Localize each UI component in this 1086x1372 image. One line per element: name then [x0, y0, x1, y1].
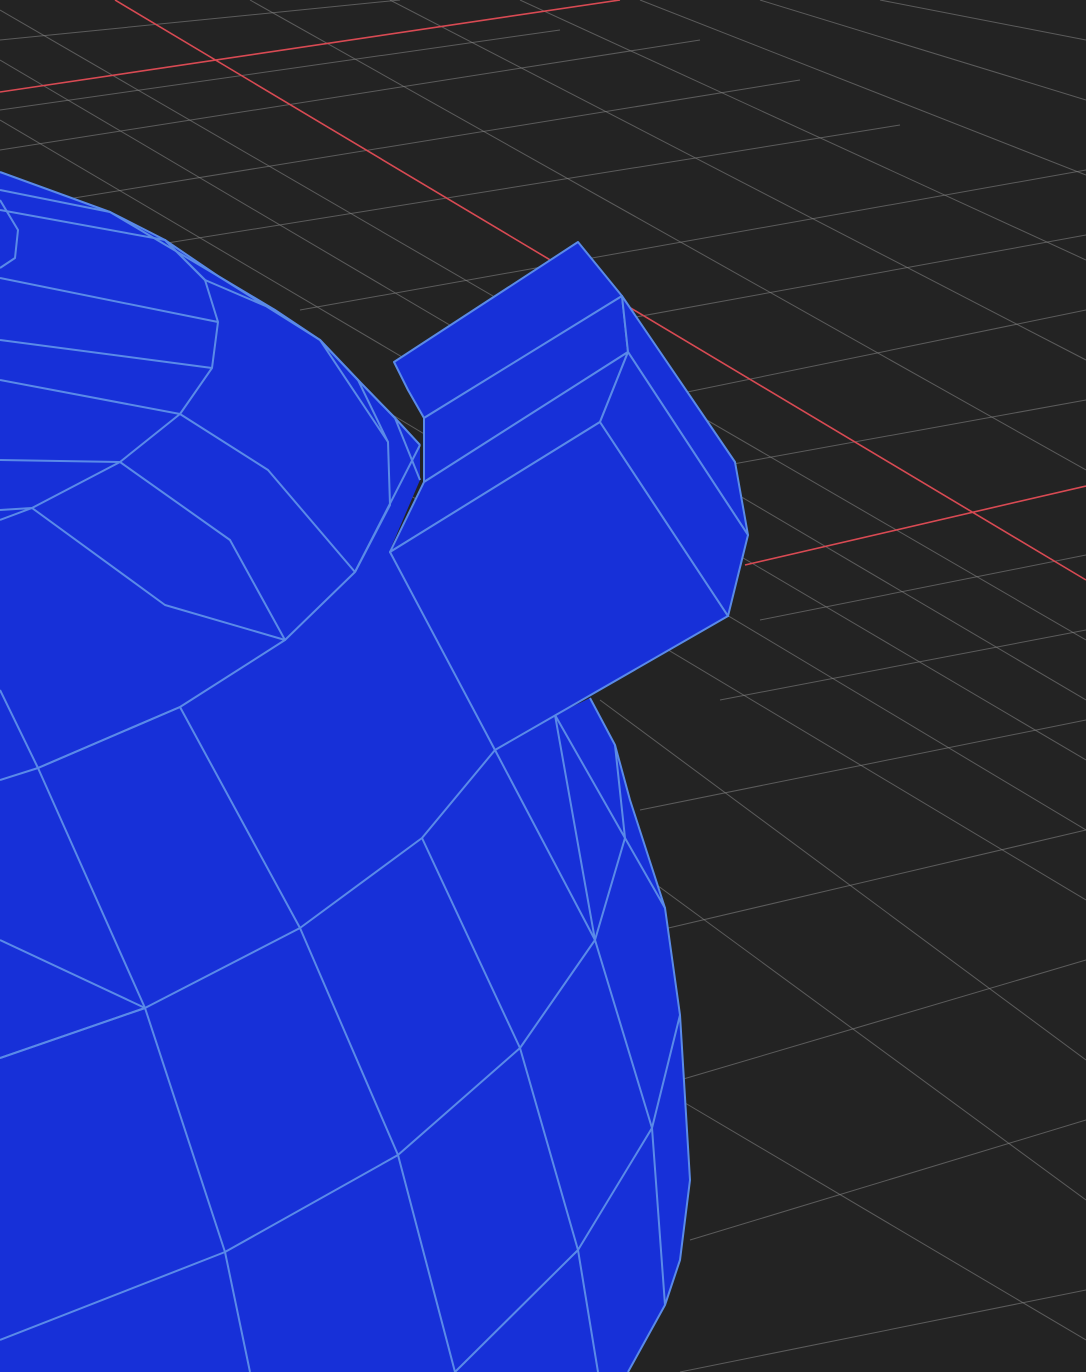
grid-line [679, 1289, 1086, 1372]
grid-line [719, 629, 1086, 701]
x-axis-line [0, 0, 621, 93]
viewport-canvas[interactable] [0, 0, 1086, 1372]
grid-line [689, 1119, 1086, 1241]
grid-line [759, 554, 1086, 621]
grid-line [649, 879, 1086, 1201]
grid-line [679, 959, 1086, 1081]
grid-line [659, 829, 1086, 931]
grid-line [299, 169, 1086, 311]
grid-line [0, 79, 801, 211]
3d-viewport[interactable] [0, 0, 1086, 1372]
grid-line [759, 0, 1086, 101]
grid-line [639, 0, 1086, 176]
grid-line [699, 399, 1086, 471]
grid-line [679, 1099, 1086, 1341]
x-axis-line-far [744, 485, 1086, 566]
grid-line [0, 0, 401, 41]
grid-line [879, 0, 1086, 41]
grid-line [519, 0, 1086, 261]
grid-line [639, 719, 1086, 811]
